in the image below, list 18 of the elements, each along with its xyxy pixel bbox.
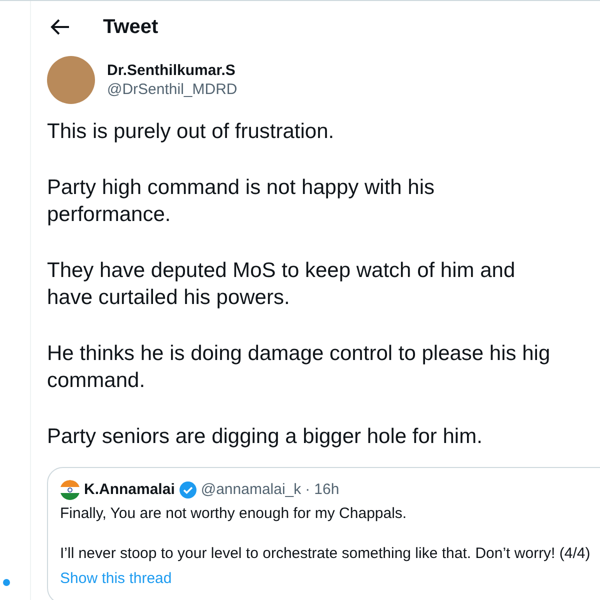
quoted-tweet-text: Finally, You are not worthy enough for my Chappals. [60, 504, 408, 524]
separator-dot: · [305, 480, 310, 500]
tweet-paragraph: Party high command is not happy with his performance. [47, 175, 436, 228]
author-handle[interactable]: @DrSenthil_MDRD [107, 80, 238, 99]
quoted-author-handle: @annamalai_k [200, 480, 302, 500]
tweet-paragraph: They have deputed MoS to keep watch of him and have curtailed his powers. [47, 258, 516, 311]
tweet-paragraph: He thinks he is doing damage control to please his hig command. [47, 341, 552, 394]
tweet-time[interactable]: 16h [314, 480, 340, 500]
quoted-author-name[interactable]: K.Annamalai [84, 480, 175, 500]
tweet-paragraph: Party seniors are digging a bigger hole for him. [47, 424, 484, 450]
tweet-paragraph: This is purely out of frustration. [47, 119, 336, 145]
page-title: Tweet [103, 15, 158, 40]
quoted-tweet-card[interactable]: K.Annamalai @annamalai_k · 16h Finally, You are not worthy enough for my Chappals. I’ll never stoop to your level to orchestrate something like that. Don’t worry! (4/4) Show this thread [47, 467, 600, 600]
notification-dot [3, 579, 10, 586]
avatar-photo-placeholder[interactable] [47, 56, 95, 104]
author-name[interactable]: Dr.Senthilkumar.S [107, 61, 238, 80]
quoted-tweet-text: I’ll never stoop to your level to orchestrate something like that. Don’t worry! (4/4) [60, 544, 592, 564]
flag-icon [60, 480, 80, 500]
